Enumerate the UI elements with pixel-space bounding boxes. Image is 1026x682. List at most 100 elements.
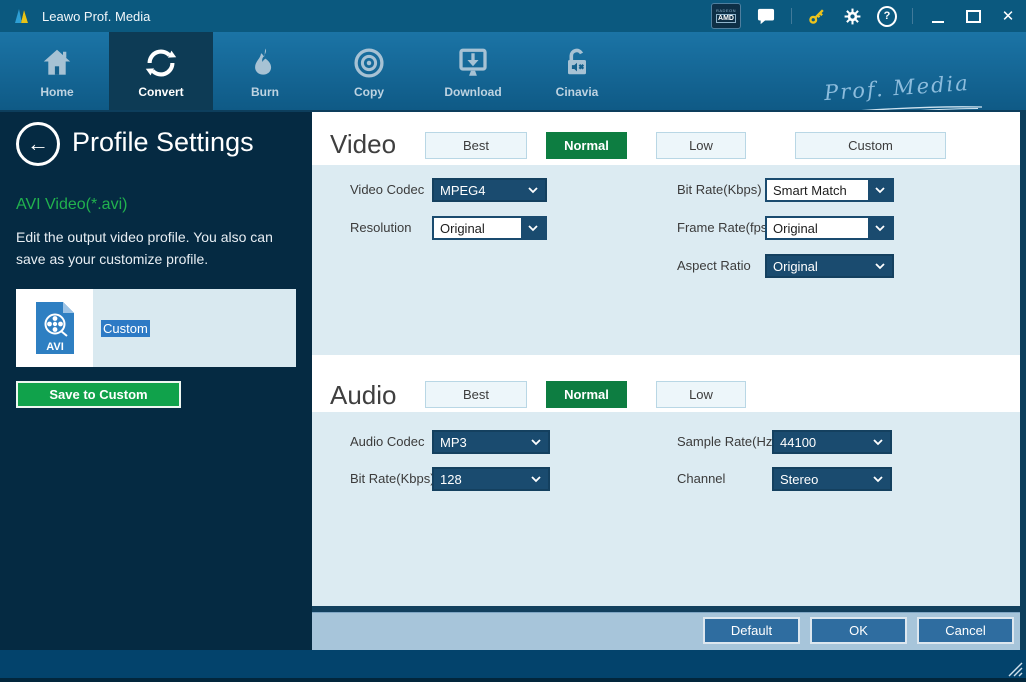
nav-tab-home[interactable]: Home: [5, 32, 109, 110]
video-quality-best-button[interactable]: Best: [425, 132, 527, 159]
minimize-button[interactable]: [928, 6, 948, 26]
chevron-down-icon: [866, 469, 890, 489]
chevron-down-icon: [521, 180, 545, 200]
convert-icon: [142, 43, 180, 83]
settings-button[interactable]: [842, 6, 862, 26]
app-window: Leawo Prof. Media RADEON AMD ? ✕ Home Co…: [0, 0, 1026, 682]
sample-rate-value: 44100: [780, 434, 817, 450]
nav-tab-cinavia[interactable]: Cinavia: [525, 32, 629, 110]
aspect-ratio-select[interactable]: Original: [765, 254, 894, 278]
sample-rate-label: Sample Rate(Hz): [677, 434, 777, 449]
titlebar-divider: [791, 8, 792, 24]
profile-description: Edit the output video profile. You also …: [16, 229, 273, 267]
resolution-label: Resolution: [350, 220, 412, 235]
maximize-icon: [965, 9, 981, 23]
video-bitrate-label: Bit Rate(Kbps): [677, 182, 762, 197]
brand-script-text: Prof. Media: [823, 70, 971, 106]
chevron-down-icon: [524, 432, 548, 452]
window-bottom-border: [0, 678, 1026, 682]
frame-rate-select[interactable]: Original: [765, 216, 894, 240]
save-to-custom-label: Save to Custom: [49, 387, 148, 402]
video-section-title: Video: [330, 129, 397, 159]
cancel-button[interactable]: Cancel: [917, 617, 1014, 644]
status-footer: [0, 650, 1026, 678]
help-glyph: ?: [883, 10, 891, 22]
chevron-down-icon: [868, 218, 892, 238]
chevron-down-icon: [524, 469, 548, 489]
close-icon: ✕: [1001, 8, 1015, 25]
register-button[interactable]: [807, 6, 827, 26]
resolution-select[interactable]: Original: [432, 216, 547, 240]
video-codec-label: Video Codec: [350, 182, 425, 197]
video-bitrate-select[interactable]: Smart Match: [765, 178, 894, 202]
avi-file-icon: AVI: [16, 289, 93, 367]
maximize-button[interactable]: [963, 6, 983, 26]
channel-value: Stereo: [780, 471, 819, 487]
profile-name-selected-text: Custom: [101, 319, 150, 337]
video-bitrate-value: Smart Match: [773, 182, 847, 198]
profile-name-field[interactable]: Custom: [93, 289, 296, 367]
nav-tab-copy[interactable]: Copy: [317, 32, 421, 110]
window-right-border: [1020, 112, 1026, 650]
amd-badge-top-text: RADEON: [715, 8, 737, 13]
channel-label: Channel: [677, 471, 726, 486]
chat-bubble-icon: [757, 8, 775, 24]
ok-button[interactable]: OK: [810, 617, 907, 644]
nav-tab-label: Home: [40, 85, 74, 99]
nav-tab-burn[interactable]: Burn: [213, 32, 317, 110]
aspect-ratio-label: Aspect Ratio: [677, 258, 751, 273]
audio-section-title: Audio: [330, 380, 397, 410]
custom-profile-item[interactable]: AVI Custom: [16, 289, 296, 367]
key-icon: [809, 9, 824, 24]
question-mark-icon: ?: [877, 5, 897, 27]
page-title: Profile Settings: [72, 127, 254, 157]
selected-profile-name: AVI Video(*.avi): [16, 196, 128, 213]
nav-tab-label: Cinavia: [555, 85, 599, 99]
audio-quality-best-button[interactable]: Best: [425, 381, 527, 408]
aspect-ratio-value: Original: [773, 258, 818, 274]
save-to-custom-button[interactable]: Save to Custom: [16, 381, 181, 408]
minimize-icon: [932, 21, 944, 23]
audio-bitrate-value: 128: [440, 471, 462, 487]
resolution-value: Original: [440, 220, 485, 236]
video-quality-custom-button[interactable]: Custom: [795, 132, 946, 159]
audio-codec-value: MP3: [440, 434, 467, 450]
nav-tab-convert[interactable]: Convert: [109, 32, 213, 110]
frame-rate-value: Original: [773, 220, 818, 236]
audio-quality-normal-button[interactable]: Normal: [546, 381, 627, 408]
video-quality-normal-button[interactable]: Normal: [546, 132, 627, 159]
back-arrow-icon: ←: [27, 131, 49, 156]
amd-badge-label: AMD: [716, 14, 736, 23]
chevron-down-icon: [868, 180, 892, 200]
channel-select[interactable]: Stereo: [772, 467, 892, 491]
close-button[interactable]: ✕: [998, 6, 1018, 26]
audio-quality-low-button[interactable]: Low: [656, 381, 746, 408]
nav-tab-label: Copy: [354, 85, 384, 99]
svg-text:AVI: AVI: [46, 341, 64, 353]
default-button[interactable]: Default: [703, 617, 800, 644]
disc-icon: [351, 43, 387, 83]
main-nav-bar: Home Convert Burn Copy Download Cinavia …: [0, 32, 1026, 119]
video-codec-value: MPEG4: [440, 182, 486, 198]
title-bar: Leawo Prof. Media RADEON AMD ? ✕: [0, 0, 1026, 32]
back-button[interactable]: ←: [16, 122, 60, 166]
chevron-down-icon: [521, 218, 545, 238]
gear-icon: [844, 8, 860, 24]
nav-tab-label: Burn: [251, 85, 279, 99]
nav-tab-download[interactable]: Download: [421, 32, 525, 110]
nav-tab-label: Download: [444, 85, 502, 99]
video-codec-select[interactable]: MPEG4: [432, 178, 547, 202]
leawo-logo-icon: [12, 7, 32, 25]
sample-rate-select[interactable]: 44100: [772, 430, 892, 454]
titlebar-divider: [912, 8, 913, 24]
audio-bitrate-select[interactable]: 128: [432, 467, 550, 491]
video-quality-low-button[interactable]: Low: [656, 132, 746, 159]
nav-tab-label: Convert: [138, 85, 184, 99]
help-button[interactable]: ?: [877, 5, 897, 27]
feedback-button[interactable]: [756, 6, 776, 26]
audio-bitrate-label: Bit Rate(Kbps): [350, 471, 435, 486]
resize-grip[interactable]: [1002, 656, 1024, 678]
audio-codec-select[interactable]: MP3: [432, 430, 550, 454]
dialog-button-bar: [312, 612, 1020, 650]
amd-acceleration-badge[interactable]: RADEON AMD: [711, 3, 741, 29]
